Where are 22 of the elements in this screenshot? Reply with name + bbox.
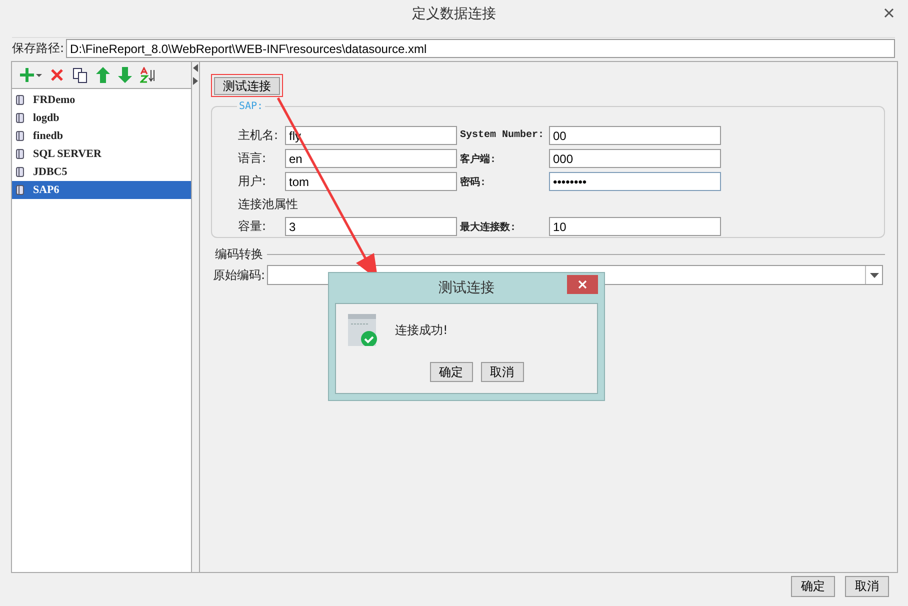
field-label: 语言: [238,150,268,167]
field-label: 用户: [238,173,268,190]
field-label: 容量: [238,218,268,235]
connection-name: JDBC5 [33,166,68,178]
connection-name: finedb [33,130,63,142]
window-title: 定义数据连接 [412,5,496,23]
dialog-title: 测试连接 [438,279,494,297]
section-label: 连接池属性 [238,196,298,212]
field-label: 最大连接数: [459,220,518,234]
field-label: 主机名: [238,127,280,144]
field-label: 密码: [459,176,488,188]
message-text: 连接成功! [395,322,448,338]
connection-name: logdb [33,112,60,124]
group-title: SAP: [238,101,264,112]
field-label: 原始编码: [213,266,266,284]
field-label: 客户端: [459,152,498,166]
field-label: System Number: [459,130,546,141]
connection-name: SQL SERVER [33,148,102,160]
group-title: 编码转换 [215,246,263,263]
connection-name: SAP6 [33,184,60,196]
field-label: 保存路径: [12,40,64,57]
connection-name: FRDemo [33,94,76,106]
